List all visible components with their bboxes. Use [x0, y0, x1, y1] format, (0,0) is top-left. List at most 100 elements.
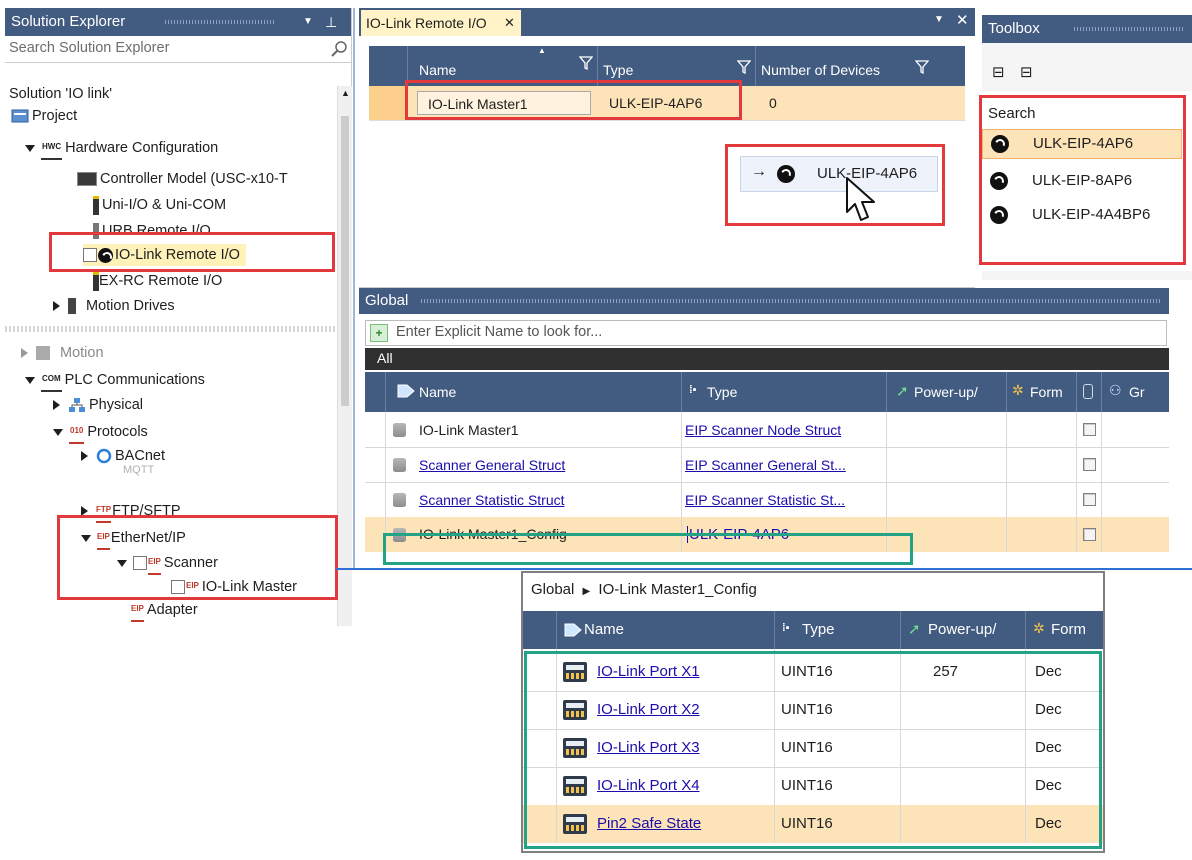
- retain-checkbox[interactable]: [1083, 423, 1096, 436]
- column-format[interactable]: ✲ Form: [1006, 372, 1077, 412]
- solution-search-box[interactable]: Search Solution Explorer: [5, 36, 351, 63]
- filter-icon[interactable]: [737, 60, 751, 74]
- tree-item-urb-remote-io[interactable]: URB Remote I/O: [93, 220, 211, 242]
- dropdown-icon[interactable]: ▼: [303, 8, 313, 36]
- search-icon[interactable]: [330, 40, 348, 58]
- tree-item-hardware-configuration[interactable]: HWC Hardware Configuration: [25, 136, 218, 160]
- cell-format[interactable]: Dec: [1035, 701, 1062, 718]
- cell-name[interactable]: IO-Link Port X3: [597, 739, 700, 756]
- breadcrumb-leaf[interactable]: IO-Link Master1_Config: [598, 581, 756, 598]
- tree-item-plc-communications[interactable]: COM PLC Communications: [25, 368, 205, 392]
- retain-checkbox[interactable]: [1083, 528, 1096, 541]
- cell-type[interactable]: UINT16: [781, 739, 833, 756]
- column-power-up[interactable]: ➚ Power-up/: [900, 611, 1026, 649]
- tree-item-ftp-sftp[interactable]: FTPFTP/SFTP: [81, 499, 181, 523]
- toolbox-title-bar[interactable]: Toolbox: [982, 15, 1192, 43]
- column-type[interactable]: Type: [597, 46, 756, 86]
- cell-type[interactable]: UINT16: [781, 663, 833, 680]
- solution-scrollbar[interactable]: ▲: [337, 86, 352, 626]
- tree-item-protocols[interactable]: 010 Protocols: [53, 420, 148, 444]
- column-group[interactable]: ⚇ Gr: [1101, 372, 1169, 412]
- cell-format[interactable]: Dec: [1035, 739, 1062, 756]
- collapse-icon[interactable]: [53, 400, 60, 411]
- tree-item-project[interactable]: Project: [11, 105, 77, 127]
- add-variable-icon[interactable]: +: [370, 324, 388, 342]
- window-close-icon[interactable]: ✕: [956, 11, 969, 29]
- global-search-input[interactable]: Enter Explicit Name to look for...: [396, 324, 602, 340]
- cell-name[interactable]: IO-Link Master1_Config: [419, 526, 567, 542]
- solution-explorer-title-bar[interactable]: Solution Explorer ▼ ⊥: [5, 8, 351, 36]
- column-name[interactable]: Name: [385, 372, 682, 412]
- tree-item-io-link-remote-io[interactable]: IO-Link Remote I/O: [83, 244, 246, 266]
- scroll-thumb[interactable]: [341, 116, 349, 406]
- expand-icon[interactable]: [25, 376, 35, 384]
- cell-format[interactable]: Dec: [1035, 777, 1062, 794]
- table-row[interactable]: IO-Link Port X3 UINT16 Dec: [523, 729, 1103, 768]
- tree-item-ex-rc-remote-io[interactable]: EX-RC Remote I/O: [93, 270, 222, 292]
- scroll-up-icon[interactable]: ▲: [341, 88, 350, 98]
- solution-search-input[interactable]: Search Solution Explorer: [9, 40, 169, 56]
- cell-type[interactable]: UINT16: [781, 777, 833, 794]
- collapse-icon[interactable]: [81, 451, 88, 462]
- retain-checkbox[interactable]: [1083, 493, 1096, 506]
- tree-item-solution[interactable]: Solution 'IO link': [9, 83, 112, 105]
- cell-device-name[interactable]: IO-Link Master1: [417, 91, 591, 115]
- cell-format[interactable]: Dec: [1035, 815, 1062, 832]
- cell-name[interactable]: Scanner General Struct: [419, 457, 565, 473]
- filter-icon[interactable]: [579, 56, 593, 70]
- tab-close-icon[interactable]: ✕: [504, 10, 515, 36]
- collapse-icon[interactable]: [21, 348, 28, 359]
- toolbox-search-input[interactable]: Search: [988, 105, 1036, 122]
- table-row-selected[interactable]: Pin2 Safe State UINT16 Dec: [523, 805, 1103, 843]
- cell-type[interactable]: EIP Scanner General St...: [685, 457, 846, 473]
- tree-item-scanner[interactable]: EIP Scanner: [117, 551, 218, 575]
- cell-name[interactable]: IO-Link Master1: [419, 422, 519, 438]
- column-name[interactable]: Name: [556, 611, 775, 649]
- tree-item-controller-model[interactable]: Controller Model (USC-x10-T: [77, 168, 288, 190]
- column-type[interactable]: ⁞▪ Type: [681, 372, 887, 412]
- cell-name[interactable]: IO-Link Port X2: [597, 701, 700, 718]
- cell-type[interactable]: ULK-EIP-4AP6: [687, 526, 789, 543]
- collapse-icon[interactable]: [53, 301, 60, 312]
- table-row[interactable]: IO-Link Master1 EIP Scanner Node Struct: [365, 412, 1169, 448]
- filter-icon[interactable]: [915, 60, 929, 74]
- cell-type[interactable]: EIP Scanner Node Struct: [685, 422, 841, 438]
- breadcrumb-root[interactable]: Global: [531, 581, 574, 598]
- global-title-bar[interactable]: Global: [359, 288, 1169, 314]
- table-row[interactable]: IO-Link Port X4 UINT16 Dec: [523, 767, 1103, 806]
- tab-dropdown-icon[interactable]: ▼: [934, 14, 944, 25]
- table-row[interactable]: Scanner General Struct EIP Scanner Gener…: [365, 447, 1169, 483]
- column-retain[interactable]: [1076, 372, 1102, 412]
- tree-item-physical[interactable]: Physical: [53, 394, 143, 416]
- cell-type[interactable]: UINT16: [781, 815, 833, 832]
- expand-all-icon[interactable]: ⊟: [1020, 63, 1033, 81]
- column-format[interactable]: ✲ Form: [1025, 611, 1103, 649]
- toolbox-item[interactable]: ULK-EIP-4A4BP6: [982, 201, 1182, 231]
- table-row-selected[interactable]: IO-Link Master1_Config ULK-EIP-4AP6: [365, 517, 1169, 552]
- cell-device-type[interactable]: ULK-EIP-4AP6: [609, 95, 702, 111]
- cell-name[interactable]: Scanner Statistic Struct: [419, 492, 565, 508]
- cell-format[interactable]: Dec: [1035, 663, 1062, 680]
- cell-name[interactable]: Pin2 Safe State: [597, 815, 701, 832]
- column-name[interactable]: Name ▲: [407, 46, 598, 86]
- tree-item-adapter[interactable]: EIP Adapter: [131, 598, 198, 622]
- tree-item-motion[interactable]: Motion: [21, 342, 104, 364]
- pin-icon[interactable]: ⊥: [325, 8, 337, 36]
- column-number-of-devices[interactable]: Number of Devices: [755, 46, 965, 86]
- expand-icon[interactable]: [81, 534, 91, 542]
- cell-type[interactable]: EIP Scanner Statistic St...: [685, 492, 845, 508]
- expand-icon[interactable]: [117, 559, 127, 567]
- column-type[interactable]: ⁞▪ Type: [774, 611, 901, 649]
- table-row[interactable]: IO-Link Port X2 UINT16 Dec: [523, 691, 1103, 730]
- tree-item-ethernet-ip[interactable]: EIPEtherNet/IP: [81, 526, 186, 550]
- devices-grid-row[interactable]: IO-Link Master1 ULK-EIP-4AP6 0: [369, 86, 965, 121]
- cell-name[interactable]: IO-Link Port X4: [597, 777, 700, 794]
- column-power-up[interactable]: ➚ Power-up/: [886, 372, 1007, 412]
- expand-icon[interactable]: [25, 144, 35, 152]
- tree-item-uni-io[interactable]: Uni-I/O & Uni-COM: [93, 194, 226, 216]
- collapse-all-icon[interactable]: ⊟: [992, 63, 1005, 81]
- tree-item-motion-drives[interactable]: Motion Drives: [53, 295, 175, 317]
- tree-item-mqtt[interactable]: MQTT: [97, 463, 154, 477]
- collapse-icon[interactable]: [81, 506, 88, 516]
- table-row[interactable]: Scanner Statistic Struct EIP Scanner Sta…: [365, 482, 1169, 518]
